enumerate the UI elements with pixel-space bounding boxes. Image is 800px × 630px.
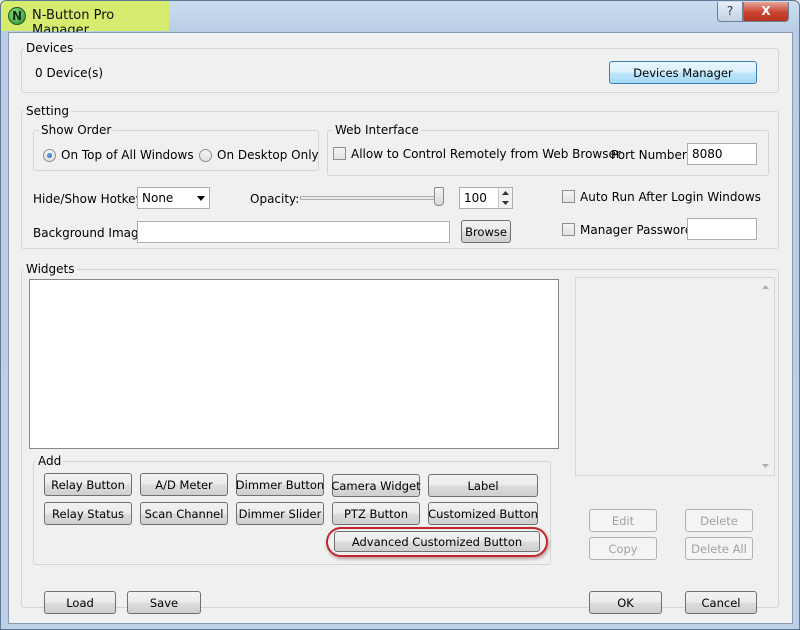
widget-preview-panel	[575, 277, 775, 476]
save-button[interactable]: Save	[127, 591, 201, 614]
app-window: N N-Button Pro Manager ? X Devices 0 Dev…	[0, 0, 800, 630]
background-image-label: Background Image:	[33, 226, 151, 240]
hotkey-select[interactable]: None	[137, 187, 210, 209]
device-count: 0 Device(s)	[35, 66, 104, 80]
app-logo-icon: N	[8, 7, 26, 25]
advanced-customized-button-add[interactable]: Advanced Customized Button	[334, 531, 540, 552]
opacity-spin-buttons[interactable]	[498, 188, 512, 208]
manager-password-input[interactable]	[687, 218, 757, 240]
client-area: Devices 0 Device(s) Devices Manager Sett…	[8, 32, 793, 624]
auto-run-checkbox[interactable]	[562, 190, 575, 203]
auto-run-label: Auto Run After Login Windows	[580, 190, 761, 204]
edit-button[interactable]: Edit	[589, 509, 657, 532]
relay-status-add[interactable]: Relay Status	[44, 502, 132, 525]
web-interface-label: Web Interface	[333, 123, 421, 137]
opacity-label: Opacity:	[250, 192, 300, 206]
ptz-button-add[interactable]: PTZ Button	[332, 502, 420, 525]
hotkey-value: None	[142, 191, 174, 205]
port-number-input[interactable]: 8080	[687, 143, 757, 165]
help-button[interactable]: ?	[717, 2, 743, 22]
allow-remote-checkbox[interactable]	[333, 147, 346, 160]
dimmer-slider-add[interactable]: Dimmer Slider	[236, 502, 324, 525]
title-highlight: N N-Button Pro Manager	[1, 1, 169, 38]
on-top-label: On Top of All Windows	[61, 148, 194, 162]
manager-password-label: Manager Password	[580, 223, 693, 237]
port-number-label: Port Number:	[611, 148, 691, 162]
add-group-label: Add	[36, 454, 64, 468]
devices-group-label: Devices	[24, 41, 76, 55]
opacity-value: 100	[464, 191, 487, 205]
delete-all-button[interactable]: Delete All	[685, 537, 753, 560]
camera-widget-add[interactable]: Camera Widget	[331, 474, 421, 497]
close-button[interactable]: X	[743, 2, 789, 22]
opacity-spinbox[interactable]: 100	[459, 187, 513, 209]
devices-manager-button[interactable]: Devices Manager	[609, 61, 757, 84]
ok-button[interactable]: OK	[589, 591, 662, 614]
opacity-slider-thumb[interactable]	[434, 187, 444, 206]
on-top-radio[interactable]	[43, 149, 56, 162]
on-desktop-radio[interactable]	[199, 149, 212, 162]
background-image-input[interactable]	[137, 221, 450, 243]
spin-up-icon[interactable]	[502, 191, 509, 195]
ad-meter-add[interactable]: A/D Meter	[140, 473, 228, 496]
allow-remote-label: Allow to Control Remotely from Web Brows…	[351, 147, 621, 161]
dimmer-button-add[interactable]: Dimmer Button	[236, 473, 324, 496]
label-add[interactable]: Label	[428, 474, 538, 497]
setting-group-label: Setting	[24, 104, 71, 118]
preview-scrollbar[interactable]	[757, 278, 774, 475]
load-button[interactable]: Load	[44, 591, 116, 614]
scan-channel-add[interactable]: Scan Channel	[140, 502, 228, 525]
scroll-up-icon[interactable]	[762, 285, 769, 289]
copy-button[interactable]: Copy	[589, 537, 657, 560]
title-bar[interactable]: N N-Button Pro Manager ? X	[1, 1, 799, 38]
cancel-button[interactable]: Cancel	[685, 591, 757, 614]
spin-down-icon[interactable]	[502, 201, 509, 205]
on-desktop-label: On Desktop Only	[217, 148, 319, 162]
widgets-group-label: Widgets	[24, 262, 77, 276]
show-order-label: Show Order	[39, 123, 114, 137]
chevron-down-icon	[197, 196, 205, 201]
relay-button-add[interactable]: Relay Button	[44, 473, 132, 496]
scroll-down-icon[interactable]	[762, 464, 769, 468]
customized-button-add[interactable]: Customized Button	[428, 502, 538, 525]
browse-button[interactable]: Browse	[461, 220, 511, 243]
hotkey-label: Hide/Show Hotkey:	[33, 192, 146, 206]
widget-list[interactable]	[29, 279, 559, 449]
opacity-slider-track[interactable]	[300, 196, 444, 200]
delete-button[interactable]: Delete	[685, 509, 753, 532]
manager-password-checkbox[interactable]	[562, 223, 575, 236]
